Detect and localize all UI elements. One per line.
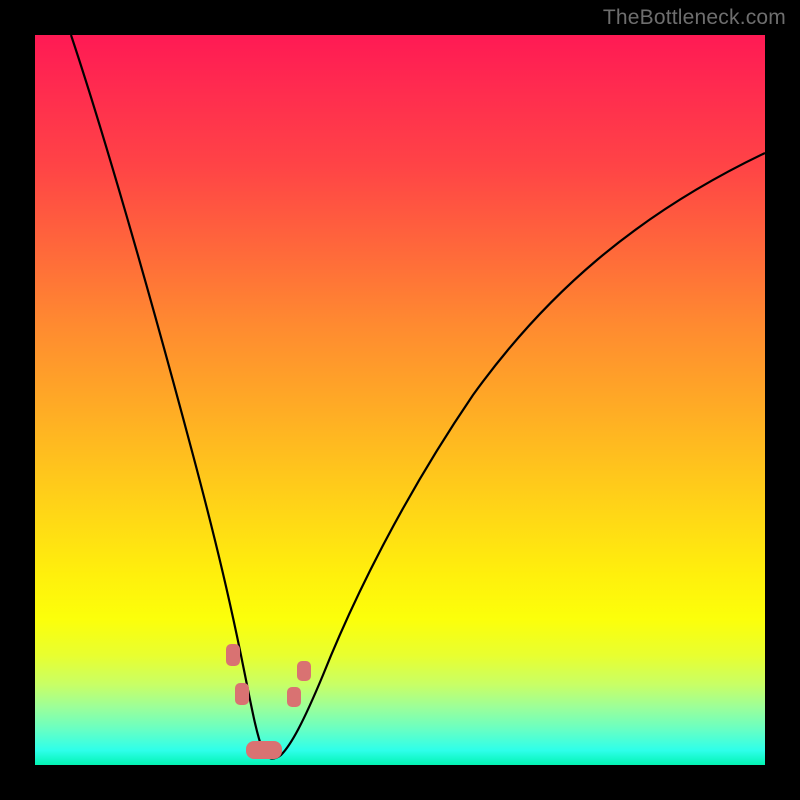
plot-area [35,35,765,765]
marker-left-lower [235,683,249,705]
marker-right-upper [297,661,311,681]
marker-left-upper [226,644,240,666]
curve-svg [35,35,765,765]
bottleneck-curve [71,35,765,758]
watermark-text: TheBottleneck.com [603,6,786,30]
marker-bottom-bar [246,741,282,759]
chart-frame: TheBottleneck.com [0,0,800,800]
marker-right-lower [287,687,301,707]
